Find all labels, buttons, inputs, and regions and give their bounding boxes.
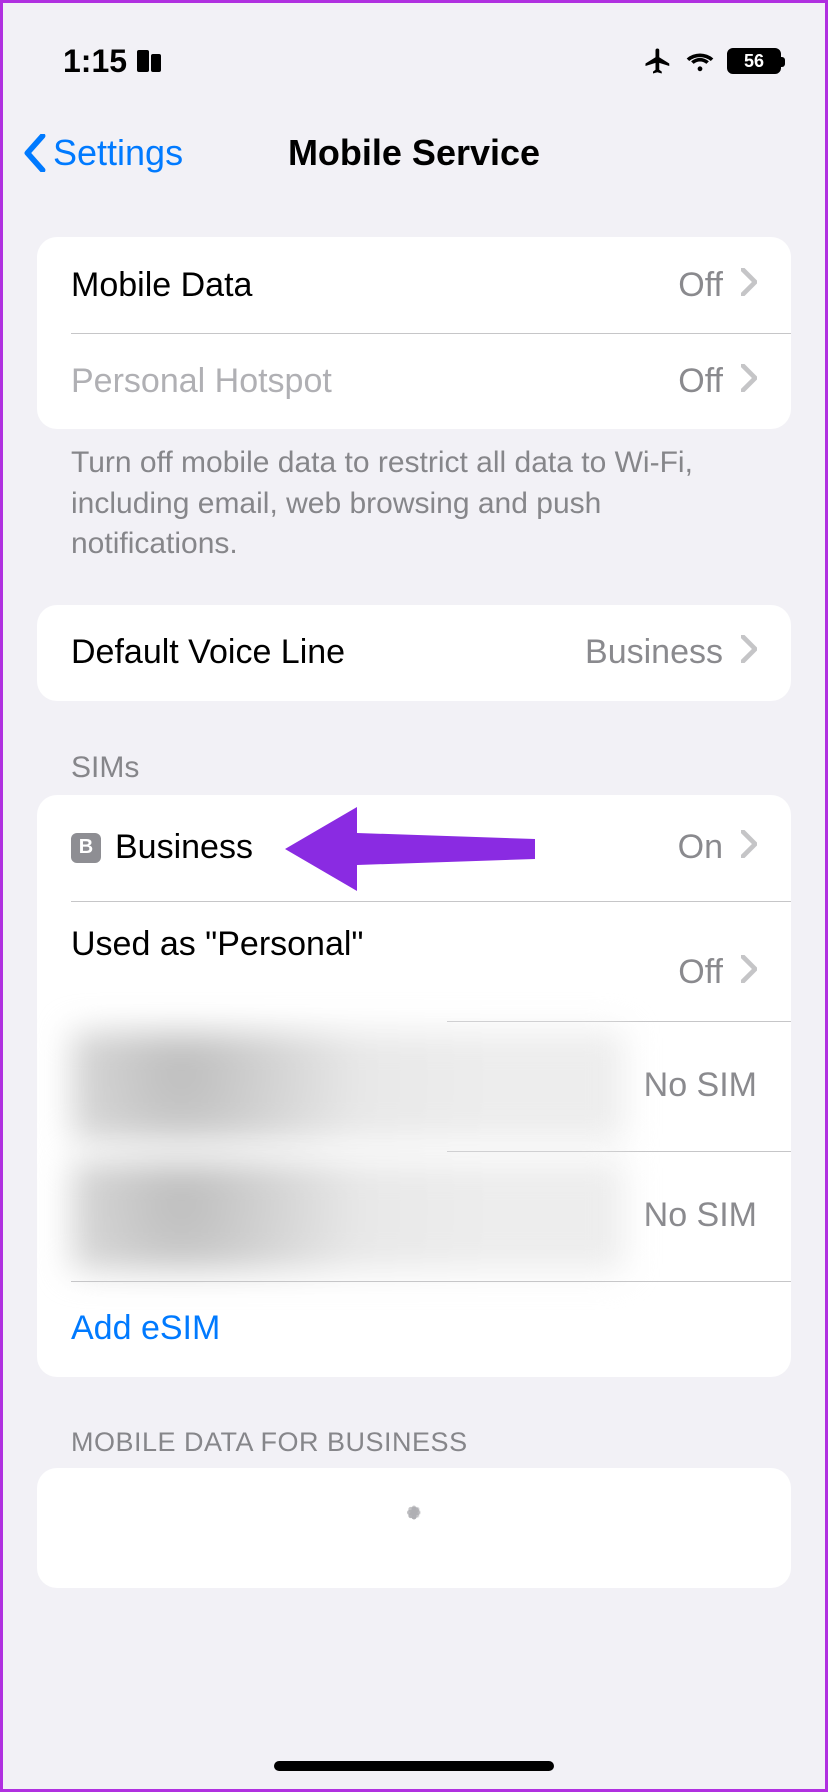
home-indicator[interactable] — [274, 1761, 554, 1771]
chevron-right-icon — [741, 828, 757, 867]
sim-slot-4-value: No SIM — [644, 1196, 757, 1235]
sims-header: SIMs — [37, 701, 791, 795]
chevron-right-icon — [741, 362, 757, 401]
mobile-data-label: Mobile Data — [71, 266, 678, 305]
chevron-right-icon — [741, 953, 757, 992]
page-title: Mobile Service — [288, 132, 540, 174]
chevron-right-icon — [741, 266, 757, 305]
redacted-content — [71, 1031, 624, 1141]
sim-slot-3-value: No SIM — [644, 1066, 757, 1105]
battery-percent: 56 — [729, 51, 779, 72]
status-right: 56 — [643, 46, 781, 76]
default-voice-line-value: Business — [585, 633, 723, 672]
status-bar: 1:15 56 — [3, 3, 825, 103]
voice-line-group: Default Voice Line Business — [37, 605, 791, 701]
dual-sim-icon — [137, 50, 161, 72]
personal-hotspot-row[interactable]: Personal Hotspot Off — [37, 333, 791, 429]
status-left: 1:15 — [63, 43, 161, 80]
nav-bar: Settings Mobile Service — [3, 103, 825, 203]
default-voice-line-label: Default Voice Line — [71, 633, 585, 672]
mobile-data-row[interactable]: Mobile Data Off — [37, 237, 791, 333]
mobile-data-footer: Turn off mobile data to restrict all dat… — [37, 429, 791, 565]
sim-personal-label: Used as "Personal" — [71, 925, 678, 964]
default-voice-line-row[interactable]: Default Voice Line Business — [37, 605, 791, 701]
redacted-content — [71, 1161, 624, 1271]
mobile-data-group: Mobile Data Off Personal Hotspot Off — [37, 237, 791, 429]
sim-business-value: On — [678, 828, 723, 867]
sim-personal-row[interactable]: Used as "Personal" Off — [37, 901, 791, 1021]
sim-personal-value: Off — [678, 953, 723, 992]
add-esim-label: Add eSIM — [71, 1309, 757, 1348]
sim-business-row[interactable]: B Business On — [37, 795, 791, 901]
chevron-left-icon — [23, 134, 47, 172]
loading-row — [37, 1468, 791, 1588]
sim-business-label: Business — [115, 828, 678, 867]
battery-icon: 56 — [727, 48, 781, 74]
sim-slot-4-row[interactable]: No SIM — [37, 1151, 791, 1281]
sim-badge-business: B — [71, 833, 101, 863]
airplane-mode-icon — [643, 46, 673, 76]
chevron-right-icon — [741, 633, 757, 672]
sims-group: B Business On Used as "Personal" — [37, 795, 791, 1377]
sim-slot-3-row[interactable]: No SIM — [37, 1021, 791, 1151]
personal-hotspot-label: Personal Hotspot — [71, 362, 678, 401]
mobile-data-business-group — [37, 1468, 791, 1588]
back-label: Settings — [53, 132, 183, 174]
back-button[interactable]: Settings — [23, 132, 183, 174]
personal-hotspot-value: Off — [678, 362, 723, 401]
add-esim-row[interactable]: Add eSIM — [37, 1281, 791, 1377]
mobile-data-value: Off — [678, 266, 723, 305]
spinner-icon — [392, 1506, 436, 1550]
mobile-data-business-header: MOBILE DATA FOR BUSINESS — [37, 1377, 791, 1468]
status-time: 1:15 — [63, 43, 127, 80]
wifi-icon — [685, 49, 715, 73]
